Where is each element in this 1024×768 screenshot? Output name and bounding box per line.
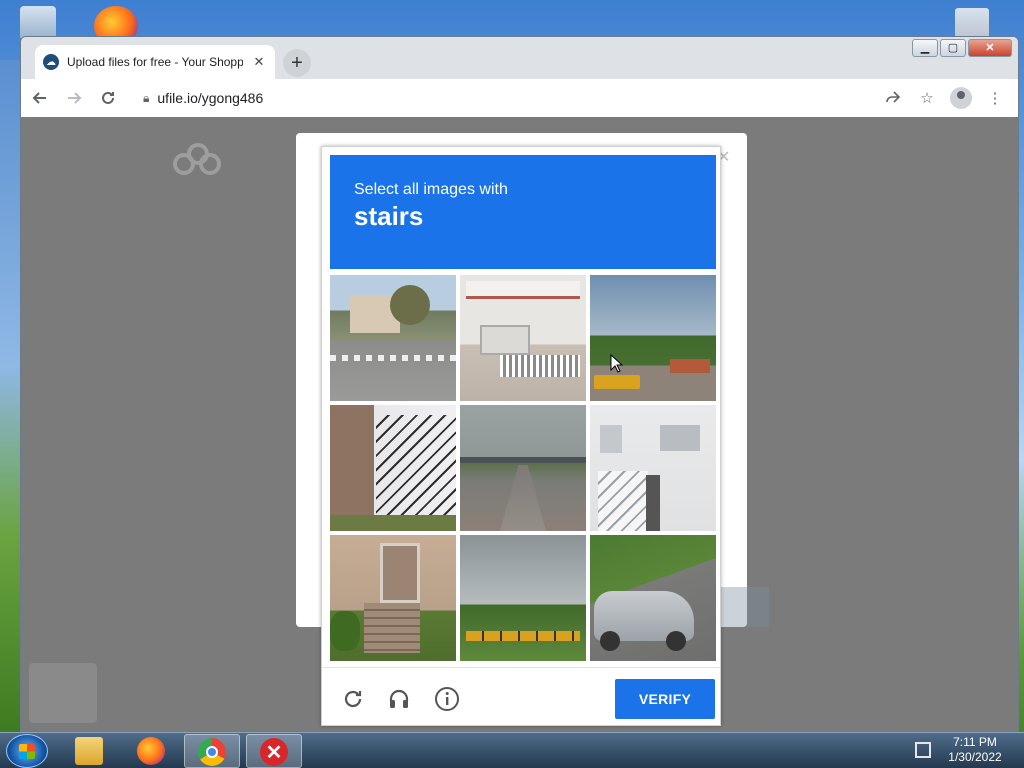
- tab-close-icon[interactable]: ✕: [251, 54, 267, 70]
- start-button[interactable]: [6, 734, 48, 768]
- captcha-tile-6[interactable]: [590, 405, 716, 531]
- tab-strip: ☁ Upload files for free - Your Shopp ✕ +…: [21, 37, 1018, 79]
- captcha-image-grid: [330, 275, 716, 661]
- network-icon[interactable]: [915, 742, 931, 758]
- taskbar-file-explorer[interactable]: [62, 734, 118, 768]
- captcha-footer: VERIFY: [322, 667, 720, 727]
- forward-arrow-icon: [68, 92, 82, 104]
- clock-time: 7:11 PM: [953, 735, 997, 749]
- error-app-icon: ✕: [260, 738, 288, 766]
- captcha-tile-8[interactable]: [460, 535, 586, 661]
- firefox-icon: [137, 737, 165, 765]
- avatar: [950, 87, 972, 109]
- captcha-prompt: Select all images with: [354, 181, 508, 198]
- recycle-bin-icon[interactable]: [20, 6, 56, 40]
- back-arrow-icon: [32, 92, 46, 104]
- captcha-tile-3[interactable]: [590, 275, 716, 401]
- captcha-challenge: Select all images with stairs VERIFY: [321, 146, 721, 726]
- system-clock[interactable]: 7:11 PM 1/30/2022: [940, 735, 1010, 765]
- captcha-tile-9[interactable]: [590, 535, 716, 661]
- forward-button[interactable]: [59, 83, 89, 113]
- tab-title: Upload files for free - Your Shopp: [67, 55, 243, 69]
- chrome-icon: [198, 738, 226, 766]
- ufile-favicon-icon: ☁: [43, 54, 59, 70]
- browser-toolbar: 🔒︎ ufile.io/ygong486 ☆ ⋮: [21, 79, 1018, 117]
- desktop-background-strip: [0, 60, 20, 740]
- taskbar-chrome[interactable]: [184, 734, 240, 768]
- new-tab-button[interactable]: +: [283, 49, 311, 77]
- info-icon[interactable]: [434, 686, 460, 712]
- file-explorer-icon: [75, 737, 103, 765]
- captcha-tile-7[interactable]: [330, 535, 456, 661]
- taskbar-error-app[interactable]: ✕: [246, 734, 302, 768]
- taskbar-firefox[interactable]: [124, 734, 180, 768]
- captcha-tile-2[interactable]: [460, 275, 586, 401]
- maximize-button[interactable]: ▢: [940, 39, 966, 57]
- window-controls: ▁ ▢ ✕: [912, 39, 1012, 57]
- address-bar[interactable]: 🔒︎ ufile.io/ygong486: [133, 83, 833, 113]
- lock-icon: 🔒︎: [143, 90, 150, 105]
- captcha-tile-1[interactable]: [330, 275, 456, 401]
- audio-challenge-icon[interactable]: [386, 686, 412, 712]
- captcha-header: Select all images with stairs: [330, 155, 716, 269]
- profile-button[interactable]: [948, 83, 974, 113]
- share-icon[interactable]: [880, 83, 906, 113]
- page-button-obscured: [721, 587, 769, 627]
- bookmark-star-icon[interactable]: ☆: [914, 83, 940, 113]
- verify-button[interactable]: VERIFY: [615, 679, 715, 719]
- url-text: ufile.io/ygong486: [157, 90, 264, 106]
- captcha-tile-4[interactable]: [330, 405, 456, 531]
- reload-icon[interactable]: [340, 686, 366, 712]
- taskbar: ✕ 7:11 PM 1/30/2022: [0, 732, 1024, 768]
- reload-icon: [102, 91, 114, 104]
- captcha-tile-5[interactable]: [460, 405, 586, 531]
- close-window-button[interactable]: ✕: [968, 39, 1012, 57]
- ufile-logo: [173, 143, 223, 179]
- recaptcha-badge: [29, 663, 97, 723]
- menu-kebab-icon[interactable]: ⋮: [982, 83, 1008, 113]
- captcha-keyword: stairs: [354, 201, 424, 231]
- reload-button[interactable]: [93, 83, 123, 113]
- minimize-button[interactable]: ▁: [912, 39, 938, 57]
- tab-upload-files[interactable]: ☁ Upload files for free - Your Shopp ✕: [35, 45, 275, 79]
- clock-date: 1/30/2022: [948, 750, 1002, 764]
- mouse-cursor-icon: [610, 354, 624, 373]
- back-button[interactable]: [25, 83, 55, 113]
